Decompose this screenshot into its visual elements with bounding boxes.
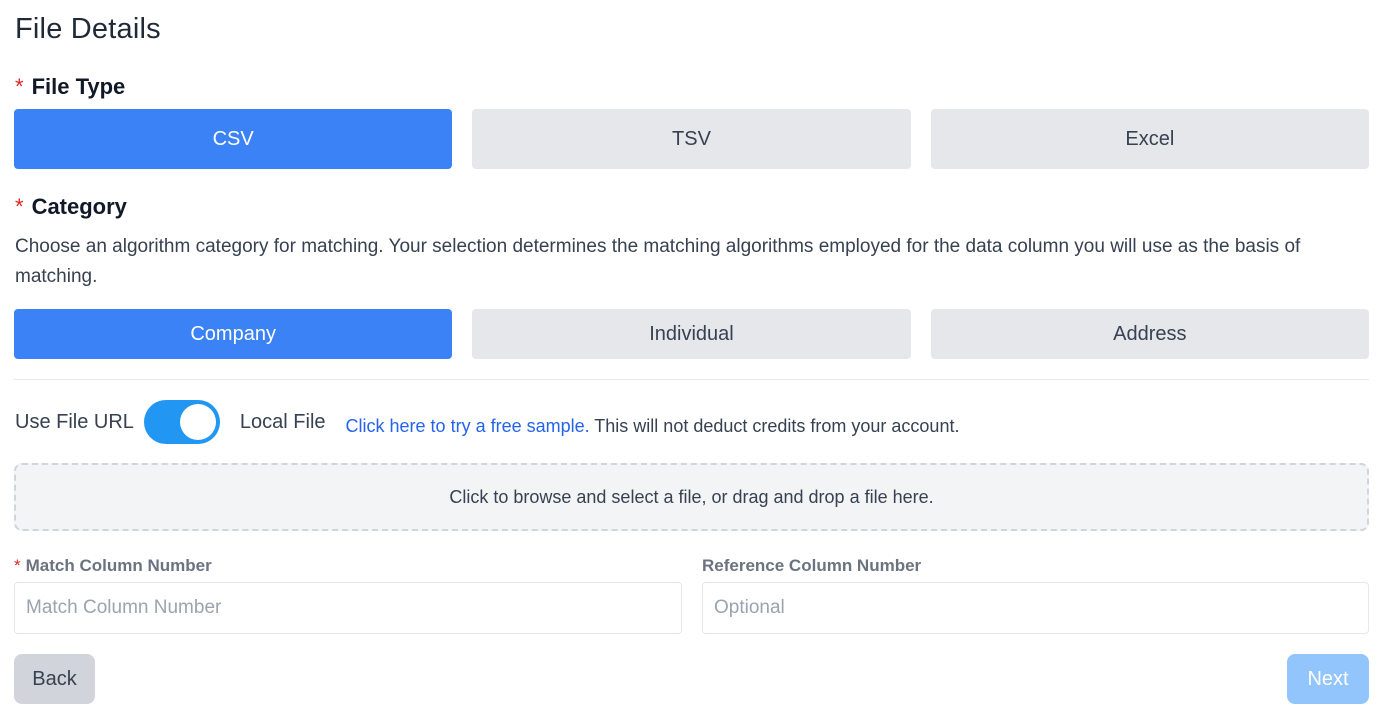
reference-column-input[interactable] bbox=[702, 582, 1369, 634]
file-dropzone[interactable]: Click to browse and select a file, or dr… bbox=[14, 463, 1369, 531]
file-type-label-text: File Type bbox=[31, 74, 126, 99]
file-source-row: Use File URL Local File Click here to tr… bbox=[15, 399, 959, 445]
category-individual-button[interactable]: Individual bbox=[472, 309, 911, 359]
match-column-label-text: Match Column Number bbox=[25, 556, 212, 575]
file-type-csv-button[interactable]: CSV bbox=[14, 109, 453, 169]
page-title: File Details bbox=[15, 13, 161, 45]
free-sample-note: Click here to try a free sample. This wi… bbox=[346, 416, 960, 437]
required-marker: * bbox=[15, 74, 24, 99]
toggle-knob bbox=[179, 404, 216, 440]
reference-column-label: Reference Column Number bbox=[702, 556, 922, 575]
reference-column-field: Reference Column Number bbox=[702, 555, 1369, 634]
dropzone-text: Click to browse and select a file, or dr… bbox=[449, 486, 934, 507]
match-column-field: * Match Column Number bbox=[14, 555, 682, 634]
category-selector: Company Individual Address bbox=[14, 309, 1369, 359]
local-file-label: Local File bbox=[239, 410, 326, 433]
next-button[interactable]: Next bbox=[1287, 654, 1369, 704]
file-type-selector: CSV TSV Excel bbox=[14, 109, 1369, 169]
required-marker: * bbox=[15, 194, 24, 219]
file-type-tsv-button[interactable]: TSV bbox=[472, 109, 911, 169]
category-description: Choose an algorithm category for matchin… bbox=[15, 236, 1301, 287]
file-type-label: * File Type bbox=[15, 74, 125, 100]
match-column-input[interactable] bbox=[14, 582, 682, 634]
required-marker: * bbox=[14, 556, 21, 575]
category-company-button[interactable]: Company bbox=[14, 309, 453, 359]
free-sample-link[interactable]: Click here to try a free sample. bbox=[346, 416, 590, 436]
file-source-toggle[interactable] bbox=[143, 400, 220, 444]
category-label: * Category bbox=[15, 194, 127, 220]
free-sample-note-text: This will not deduct credits from your a… bbox=[589, 415, 960, 436]
category-label-text: Category bbox=[31, 194, 127, 219]
back-button[interactable]: Back bbox=[14, 654, 95, 704]
match-column-label: * Match Column Number bbox=[14, 555, 682, 577]
section-divider bbox=[14, 379, 1369, 380]
file-type-excel-button[interactable]: Excel bbox=[930, 109, 1369, 169]
use-file-url-label: Use File URL bbox=[15, 410, 134, 433]
category-address-button[interactable]: Address bbox=[930, 309, 1369, 359]
